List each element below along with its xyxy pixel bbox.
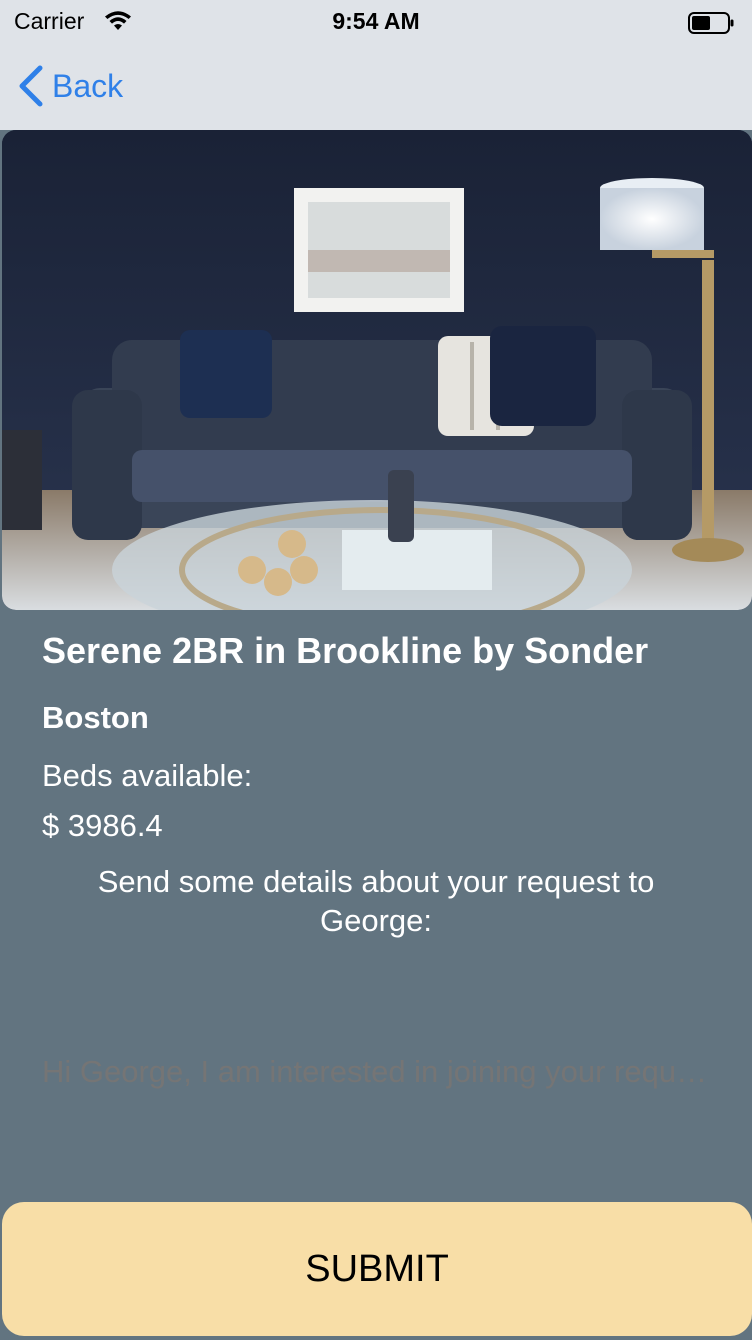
battery-icon [688, 12, 734, 34]
listing-price: $ 3986.4 [42, 808, 163, 843]
beds-available-label: Beds available: [42, 758, 253, 793]
back-button[interactable]: Back [16, 64, 123, 108]
clock: 9:54 AM [332, 8, 420, 34]
navigation-bar: Back [0, 44, 752, 130]
back-label: Back [52, 67, 124, 104]
living-room-image [2, 130, 752, 610]
listing-city: Boston [42, 700, 149, 735]
chevron-left-icon [19, 65, 43, 107]
listing-detail-screen: Carrier 9:54 AM Back Serene 2BR in Brook… [0, 0, 752, 1340]
request-prompt: Send some details about your request to … [97, 864, 655, 938]
status-bar: Carrier 9:54 AM [0, 0, 752, 44]
listing-photo [2, 130, 752, 610]
message-input[interactable] [42, 1050, 712, 1094]
listing-title: Serene 2BR in Brookline by Sonder [42, 630, 649, 671]
submit-button[interactable]: SUBMIT [2, 1202, 752, 1336]
